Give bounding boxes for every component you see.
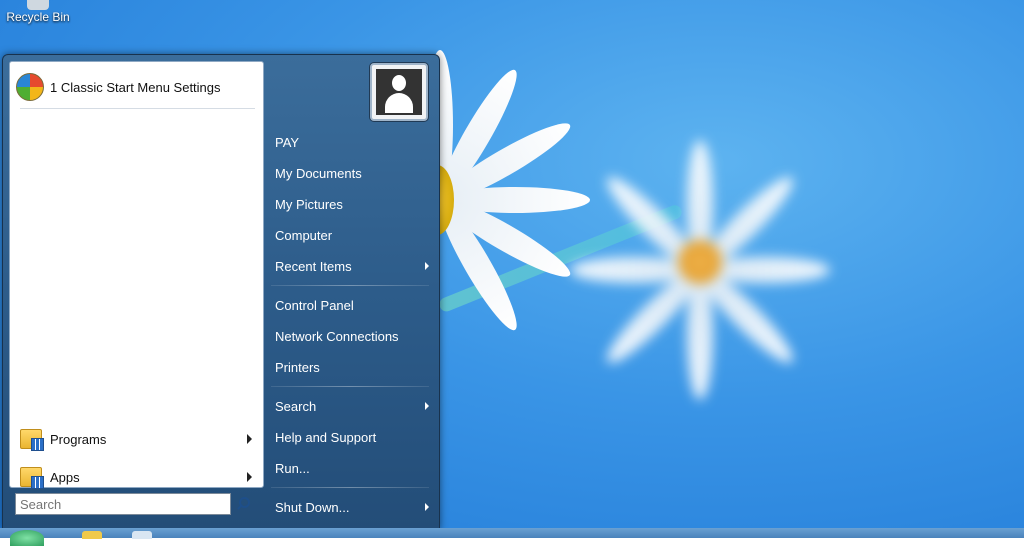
submenu-arrow-icon [425,402,429,410]
submenu-arrow-icon [425,503,429,511]
menu-item-label: Help and Support [275,429,377,445]
classic-shell-icon [16,73,44,101]
apps-folder-icon [20,467,44,489]
menu-item-label: Apps [50,469,80,485]
start-menu: 1 Classic Start Menu Settings Programs A… [2,54,440,530]
pinned-divider [20,108,255,109]
start-search-input[interactable] [15,493,231,515]
menu-item-apps[interactable]: Apps [20,462,260,492]
menu-item-shut-down[interactable]: Shut Down... [269,493,433,521]
start-button[interactable] [10,530,44,546]
menu-item-label: Recent Items [275,258,352,274]
recycle-bin-shortcut[interactable]: Recycle Bin [2,0,74,24]
taskbar [0,528,1024,538]
menu-item-network-connections[interactable]: Network Connections [269,322,433,350]
menu-item-label: PAY [275,134,300,150]
menu-divider [271,285,429,286]
menu-divider [271,386,429,387]
menu-item-label: Network Connections [275,328,399,344]
submenu-arrow-icon [247,434,252,444]
menu-item-printers[interactable]: Printers [269,353,433,381]
menu-item-computer[interactable]: Computer [269,221,433,249]
menu-item-my-documents[interactable]: My Documents [269,159,433,187]
menu-item-control-panel[interactable]: Control Panel [269,291,433,319]
menu-item-my-pictures[interactable]: My Pictures [269,190,433,218]
menu-item-label: Search [275,398,317,414]
menu-item-label: Shut Down... [275,499,350,515]
recycle-bin-label: Recycle Bin [6,10,70,24]
menu-item-programs[interactable]: Programs [20,424,260,454]
pinned-item-classic-settings[interactable]: 1 Classic Start Menu Settings [16,72,256,102]
recycle-bin-icon [27,0,49,10]
search-icon[interactable] [235,496,251,512]
menu-item-label: Programs [50,431,107,447]
submenu-arrow-icon [247,472,252,482]
menu-item-label: Computer [275,227,333,243]
menu-item-label: My Pictures [275,196,343,212]
menu-item-recent-items[interactable]: Recent Items [269,252,433,280]
menu-item-label: My Documents [275,165,362,181]
menu-item-search[interactable]: Search [269,392,433,420]
user-avatar[interactable] [370,63,428,121]
programs-folder-icon [20,429,44,451]
menu-item-pay[interactable]: PAY [269,128,433,156]
menu-item-label: Run... [275,460,310,476]
start-menu-left-pane: 1 Classic Start Menu Settings Programs A… [9,61,264,489]
submenu-arrow-icon [425,262,429,270]
menu-item-help-and-support[interactable]: Help and Support [269,423,433,451]
menu-divider [271,487,429,488]
menu-item-label: Control Panel [275,297,354,313]
menu-item-label: Printers [275,359,320,375]
menu-item-run[interactable]: Run... [269,454,433,482]
pinned-item-label: 1 Classic Start Menu Settings [50,79,221,95]
